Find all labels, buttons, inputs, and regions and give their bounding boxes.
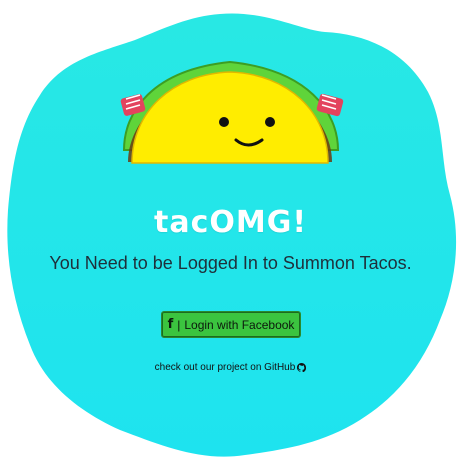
- github-link[interactable]: check out our project on GitHub: [0, 362, 461, 373]
- login-required-message: You Need to be Logged In to Summon Tacos…: [49, 253, 412, 273]
- login-with-facebook-button[interactable]: f | Login with Facebook: [161, 311, 301, 338]
- button-separator: |: [177, 317, 181, 332]
- login-button-label: Login with Facebook: [184, 317, 295, 332]
- page: tacOMG! You Need to be Logged In to Summ…: [0, 0, 461, 473]
- taco-right-eye: [265, 117, 275, 127]
- github-link-text: check out our project on GitHub: [154, 362, 296, 373]
- facebook-icon: f: [167, 317, 174, 332]
- taco-left-eye: [219, 117, 229, 127]
- taco-mascot: [120, 60, 344, 164]
- github-icon: [297, 363, 307, 372]
- app-title: tacOMG!: [153, 205, 308, 240]
